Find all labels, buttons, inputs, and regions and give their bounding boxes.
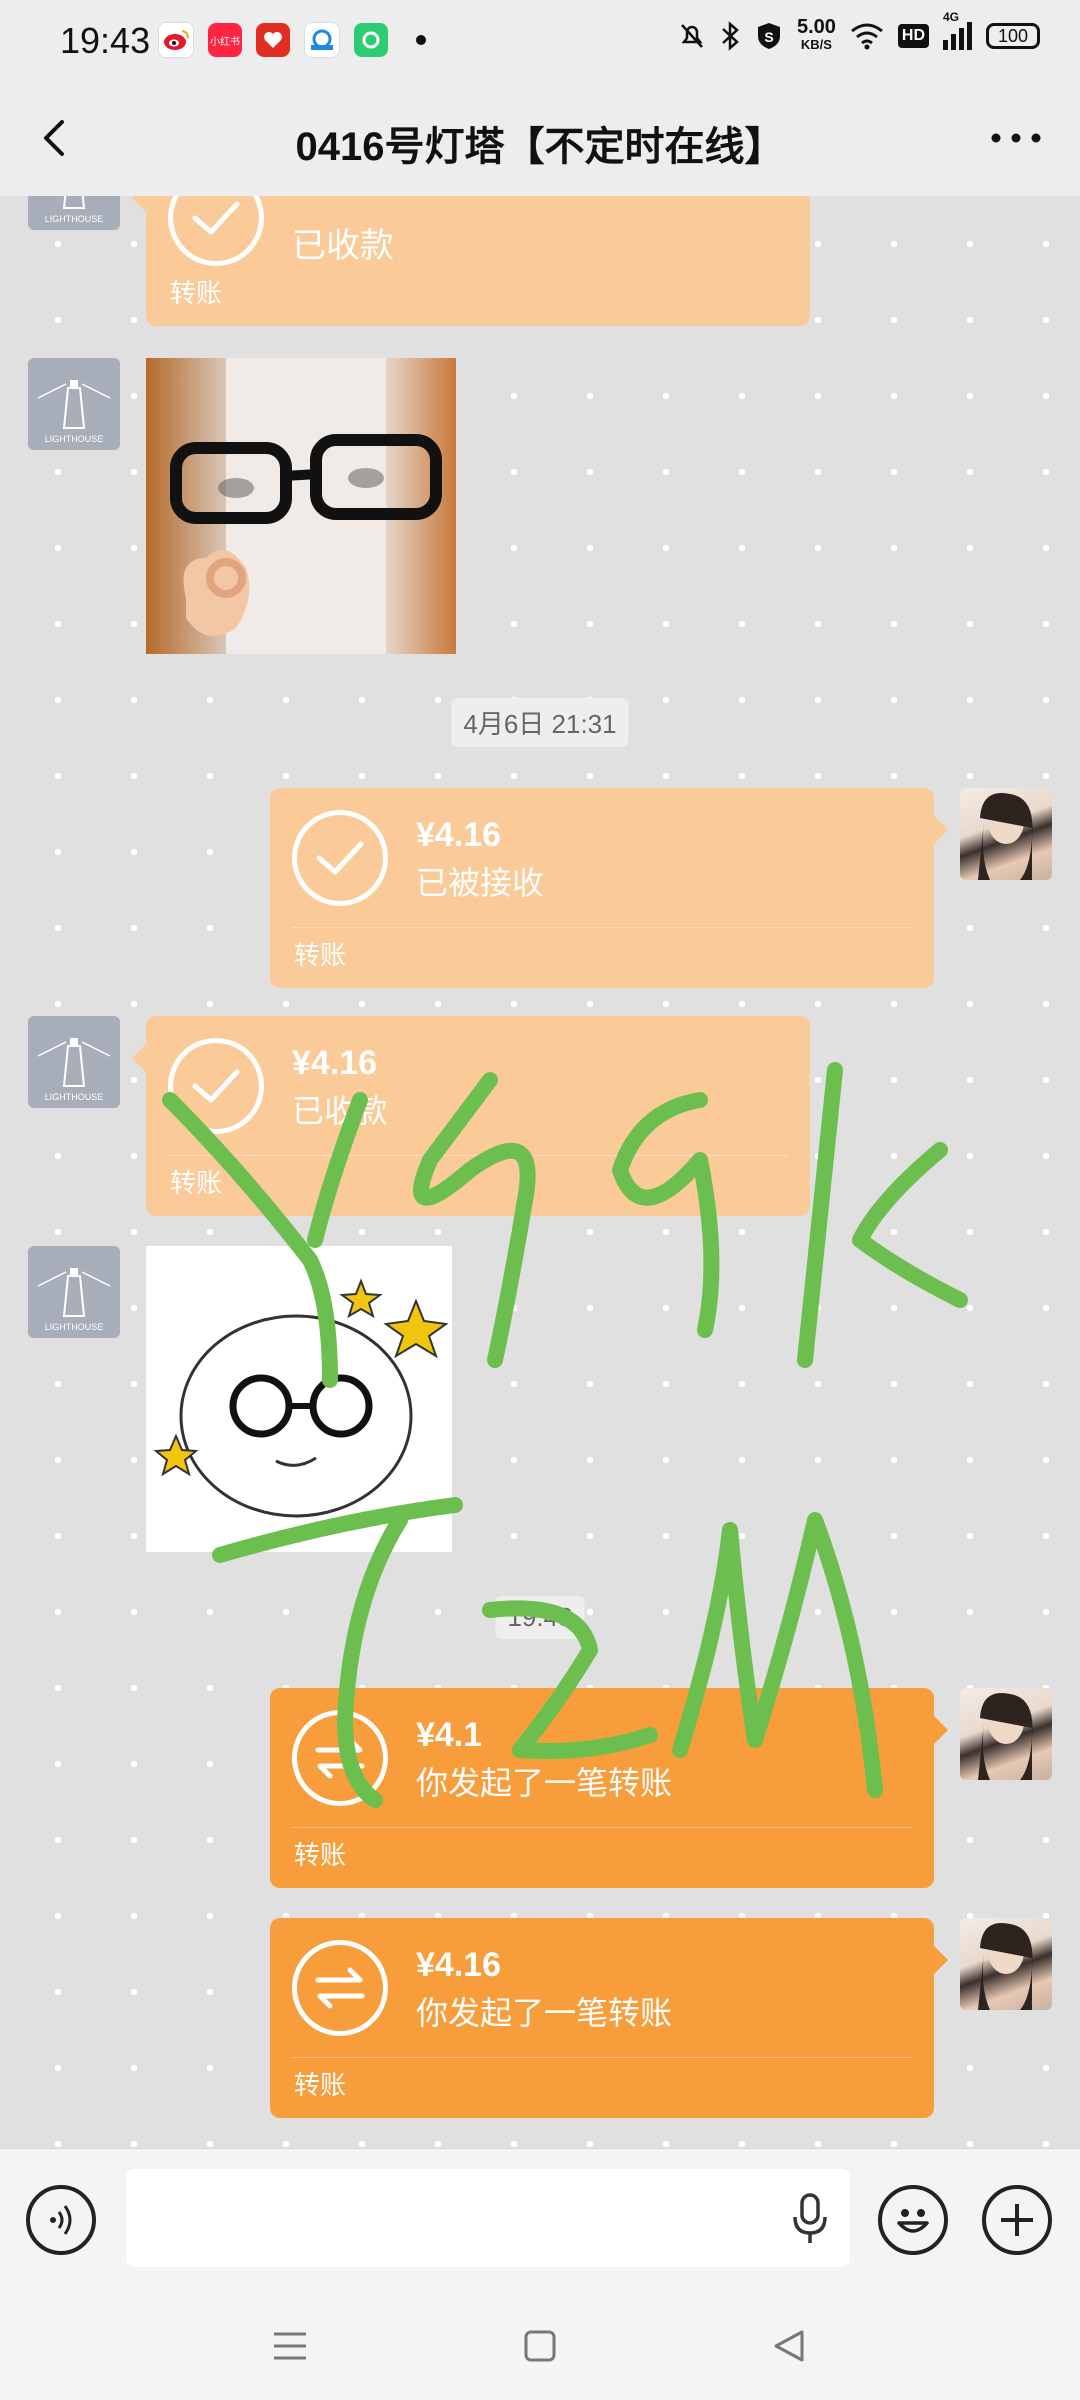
sticker-image <box>153 1278 449 1518</box>
weibo-icon <box>158 22 194 58</box>
my-avatar[interactable] <box>960 788 1052 880</box>
avatar-text: LIGHTHOUSE <box>44 1092 104 1102</box>
wifi-icon <box>850 23 883 50</box>
network-type: 4G <box>943 10 960 24</box>
transfer-arrows-icon <box>292 1710 388 1806</box>
transfer-amount: ¥4.16 <box>416 1946 502 1984</box>
transfer-status: 你发起了一笔转账 <box>416 1765 673 1801</box>
contact-avatar[interactable]: LIGHTHOUSE <box>28 196 120 230</box>
net-speed-value: 5.00 <box>796 16 836 38</box>
check-circle-icon <box>168 196 264 266</box>
message-text-field[interactable] <box>126 2169 850 2267</box>
smiley-icon <box>897 2209 929 2233</box>
signal-bar <box>967 22 972 50</box>
bubble-divider <box>292 927 912 928</box>
bluetooth-icon <box>722 21 739 51</box>
avatar-photo <box>978 1693 1033 1780</box>
transfer-amount: ¥4.16 <box>292 1044 378 1082</box>
transfer-message[interactable]: ¥4.16 已被接收 转账 <box>270 788 948 988</box>
transfer-label: 转账 <box>294 940 347 970</box>
bubble-divider <box>292 1827 912 1828</box>
transfer-status: 你发起了一笔转账 <box>416 1995 673 2031</box>
bubble-divider <box>292 2057 912 2058</box>
transfer-message[interactable]: ¥4.1 你发起了一笔转账 转账 <box>270 1688 948 1888</box>
sticker-glasses-face[interactable] <box>146 1246 452 1552</box>
check-circle-icon <box>168 1038 264 1134</box>
emoji-button[interactable] <box>878 2185 948 2255</box>
avatar-text: LIGHTHOUSE <box>44 1322 104 1332</box>
avatar-text: LIGHTHOUSE <box>44 214 104 224</box>
lighthouse-logo-icon <box>62 196 86 209</box>
net-speed-unit: KB/S <box>800 37 832 52</box>
system-icons: S 5.00 KB/S HD 4G 100 <box>679 10 1040 54</box>
transfer-label: 转账 <box>294 2070 347 2100</box>
avatar-photo <box>978 1923 1033 2010</box>
notification-icons: 小红书 <box>158 22 426 58</box>
sticker-cat-glasses[interactable] <box>146 358 456 654</box>
cellular-signal: 4G <box>943 10 972 50</box>
voice-mode-button[interactable] <box>26 2185 96 2255</box>
svg-text:S: S <box>764 29 773 45</box>
plus-icon <box>1001 2204 1033 2236</box>
mute-bell-icon <box>681 24 703 48</box>
net-speed: 5.00 KB/S <box>796 16 836 54</box>
xiaohongshu-icon: 小红书 <box>208 23 242 57</box>
check-circle-icon <box>292 810 388 906</box>
system-navigation-bar <box>0 2290 1080 2400</box>
pinduoduo-icon <box>256 23 290 57</box>
voice-wave-icon <box>50 2205 72 2235</box>
more-actions-button[interactable] <box>982 2185 1052 2255</box>
home-nav-icon[interactable] <box>520 2326 560 2366</box>
bubble-tail <box>132 196 146 212</box>
sticker-image <box>170 358 442 654</box>
avatar-photo <box>978 793 1033 880</box>
transfer-amount: ¥4.16 <box>416 816 502 854</box>
transfer-status: 已被接收 <box>416 865 545 901</box>
signal-bar <box>959 28 964 50</box>
bubble-tail <box>934 816 948 844</box>
chat-message-list[interactable]: LIGHTHOUSE 已收款 转账 LIGHTHOUSE 4月6日 21:31 <box>0 196 1080 2148</box>
chat-header: 0416号灯塔【不定时在线】 <box>0 80 1080 197</box>
transfer-arrows-icon <box>292 1940 388 2036</box>
transfer-message[interactable]: ¥4.16 你发起了一笔转账 转账 <box>270 1918 948 2118</box>
hd-icon: HD <box>897 24 929 48</box>
bubble-tail <box>132 1044 146 1072</box>
xiaohongshu-icon-text: 小红书 <box>210 36 240 48</box>
transfer-message[interactable]: 已收款 转账 <box>132 196 810 326</box>
battery-indicator: 100 <box>986 23 1040 49</box>
menu-nav-icon[interactable] <box>270 2326 310 2366</box>
app-icon <box>354 23 388 57</box>
back-nav-icon[interactable] <box>768 2326 808 2366</box>
contact-avatar[interactable]: LIGHTHOUSE <box>28 358 120 450</box>
contact-avatar[interactable]: LIGHTHOUSE <box>28 1246 120 1338</box>
bubble-tail <box>934 1946 948 1974</box>
bubble-tail <box>934 1716 948 1744</box>
transfer-label: 转账 <box>170 1168 223 1198</box>
my-avatar[interactable] <box>960 1688 1052 1780</box>
avatar-text: LIGHTHOUSE <box>44 434 104 444</box>
contact-avatar[interactable]: LIGHTHOUSE <box>28 1016 120 1108</box>
status-bar: 19:43 小红书 S 5.00 KB/S HD 4G 100 <box>0 0 1080 80</box>
message-input-bar <box>0 2148 1080 2291</box>
timestamp: 19:43 <box>495 1596 585 1639</box>
vpn-shield-icon: S <box>757 23 780 49</box>
transfer-status: 已收款 <box>292 1093 389 1129</box>
bubble-divider <box>168 1155 788 1156</box>
transfer-message[interactable]: ¥4.16 已收款 转账 <box>132 1016 810 1216</box>
more-notifications-dot <box>416 35 426 45</box>
microphone-icon[interactable] <box>790 2191 830 2247</box>
transfer-label: 转账 <box>170 278 223 308</box>
browser-icon <box>304 22 340 58</box>
chat-title: 0416号灯塔【不定时在线】 <box>295 125 785 169</box>
status-time: 19:43 <box>60 20 151 61</box>
transfer-label: 转账 <box>294 1840 347 1870</box>
signal-bar <box>943 40 948 50</box>
transfer-status: 已收款 <box>292 227 394 265</box>
signal-bar <box>951 34 956 50</box>
transfer-amount: ¥4.1 <box>416 1716 483 1754</box>
more-options-icon[interactable] <box>986 116 1046 160</box>
my-avatar[interactable] <box>960 1918 1052 2010</box>
timestamp: 4月6日 21:31 <box>451 698 629 747</box>
